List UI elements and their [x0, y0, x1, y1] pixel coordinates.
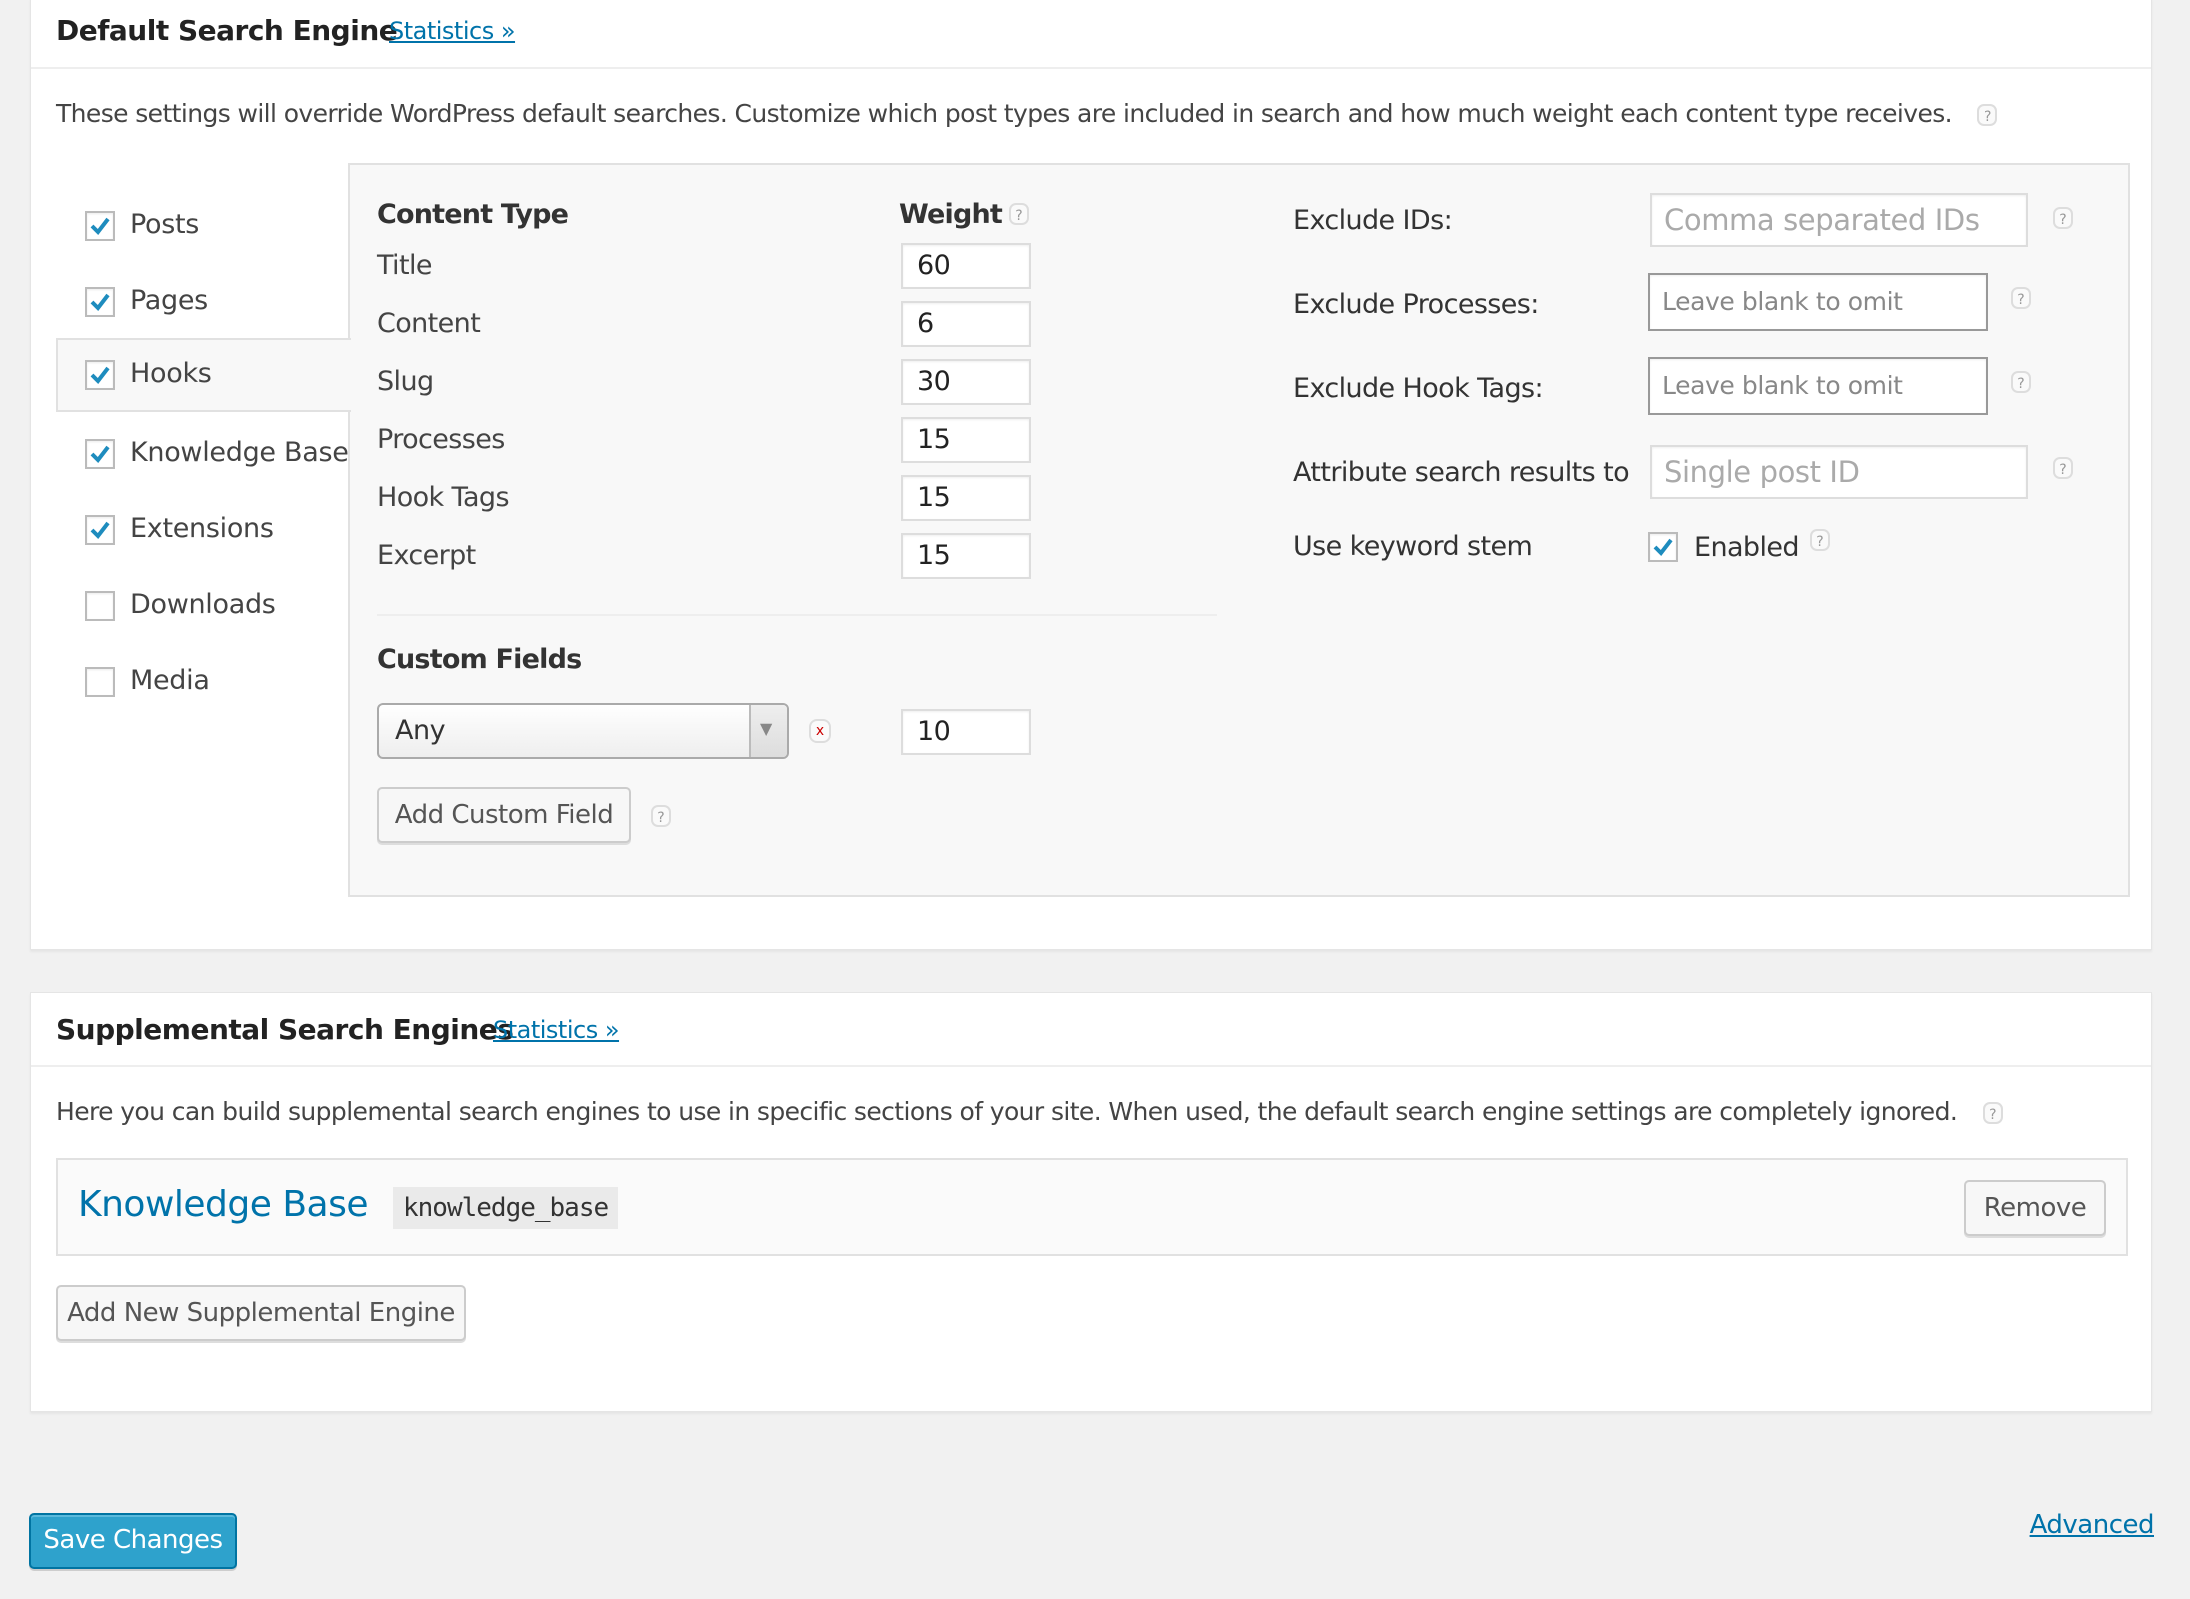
- post-type-label: Knowledge Base: [130, 437, 349, 468]
- post-type-tab-pages[interactable]: Pages: [56, 265, 349, 339]
- post-type-label: Downloads: [130, 589, 276, 620]
- attribute-results-help-icon[interactable]: ?: [2053, 457, 2073, 479]
- content-type-label: Excerpt: [377, 540, 476, 571]
- exclude-ids-label: Exclude IDs:: [1293, 205, 1453, 236]
- default-engine-description: These settings will override WordPress d…: [56, 99, 1998, 128]
- post-type-tab-media[interactable]: Media: [56, 645, 349, 719]
- advanced-link[interactable]: Advanced: [2030, 1510, 2155, 1540]
- content-type-header: Content Type: [377, 199, 569, 230]
- section-divider: [377, 614, 1217, 616]
- post-type-label: Hooks: [130, 358, 212, 389]
- custom-field-help-icon[interactable]: ?: [651, 805, 671, 827]
- pages-checkbox[interactable]: [85, 287, 115, 317]
- engine-name-link[interactable]: Knowledge Base: [78, 1184, 369, 1225]
- supplemental-statistics-link[interactable]: Statistics »: [493, 1016, 620, 1044]
- add-custom-field-button[interactable]: Add Custom Field: [377, 787, 631, 843]
- supplemental-engines-description: Here you can build supplemental search e…: [56, 1097, 2003, 1126]
- attribute-results-label: Attribute search results to: [1293, 457, 1630, 488]
- weight-help-icon[interactable]: ?: [1009, 203, 1029, 225]
- knowledge-base-checkbox[interactable]: [85, 439, 115, 469]
- remove-custom-field-icon[interactable]: x: [809, 719, 831, 743]
- custom-fields-header: Custom Fields: [377, 644, 582, 675]
- extensions-checkbox[interactable]: [85, 515, 115, 545]
- exclude-processes-help-icon[interactable]: ?: [2011, 287, 2031, 309]
- hooks-checkbox[interactable]: [85, 360, 115, 390]
- exclude-hook-tags-input[interactable]: Leave blank to omit: [1648, 357, 1988, 415]
- help-icon[interactable]: ?: [1982, 1102, 2003, 1124]
- checkmark-icon: [90, 293, 110, 312]
- supplemental-engines-card: Supplemental Search Engines Statistics »…: [30, 992, 2152, 1412]
- default-engine-description-text: These settings will override WordPress d…: [56, 99, 1953, 128]
- checkmark-icon: [1653, 538, 1673, 557]
- content-type-label: Hook Tags: [377, 482, 510, 513]
- custom-field-weight-input[interactable]: 10: [901, 709, 1031, 755]
- exclude-processes-label: Exclude Processes:: [1293, 289, 1539, 320]
- checkmark-icon: [90, 366, 110, 385]
- post-type-label: Media: [130, 665, 210, 696]
- exclude-ids-input[interactable]: Comma separated IDs: [1650, 193, 2028, 247]
- excerpt-weight-input[interactable]: 15: [901, 533, 1031, 579]
- post-type-tab-knowledge-base[interactable]: Knowledge Base: [56, 417, 349, 491]
- title-weight-input[interactable]: 60: [901, 243, 1031, 289]
- add-supplemental-engine-button[interactable]: Add New Supplemental Engine: [56, 1285, 466, 1341]
- custom-field-selected-value: Any: [395, 715, 446, 746]
- exclude-hook-tags-label: Exclude Hook Tags:: [1293, 373, 1544, 404]
- content-type-label: Title: [377, 250, 432, 281]
- content-type-label: Slug: [377, 366, 434, 397]
- content-weight-input[interactable]: 6: [901, 301, 1031, 347]
- hook-tags-weight-input[interactable]: 15: [901, 475, 1031, 521]
- attribute-results-input[interactable]: Single post ID: [1650, 445, 2028, 499]
- default-statistics-link[interactable]: Statistics »: [389, 17, 516, 45]
- keyword-stem-enabled-label: Enabled: [1694, 532, 1800, 563]
- posts-checkbox[interactable]: [85, 211, 115, 241]
- weight-header: Weight: [899, 199, 1003, 230]
- exclude-hook-tags-help-icon[interactable]: ?: [2011, 371, 2031, 393]
- default-engine-card: Default Search Engine Statistics » These…: [30, 0, 2152, 950]
- remove-engine-button[interactable]: Remove: [1964, 1180, 2106, 1236]
- post-type-tab-extensions[interactable]: Extensions: [56, 493, 349, 567]
- checkmark-icon: [90, 217, 110, 236]
- content-type-label: Content: [377, 308, 481, 339]
- default-engine-header: Default Search Engine Statistics »: [31, 0, 2151, 69]
- save-changes-button[interactable]: Save Changes: [29, 1513, 237, 1569]
- default-engine-title: Default Search Engine: [56, 14, 398, 47]
- supplemental-engines-header: Supplemental Search Engines Statistics »: [31, 993, 2151, 1067]
- media-checkbox[interactable]: [85, 667, 115, 697]
- slug-weight-input[interactable]: 30: [901, 359, 1031, 405]
- help-icon[interactable]: ?: [1977, 104, 1998, 126]
- custom-field-select[interactable]: Any ▼: [377, 703, 789, 759]
- post-type-tab-posts[interactable]: Posts: [56, 189, 349, 263]
- keyword-stem-label: Use keyword stem: [1293, 531, 1533, 562]
- chevron-down-icon: ▼: [760, 719, 773, 738]
- post-type-tab-downloads[interactable]: Downloads: [56, 569, 349, 643]
- exclude-ids-help-icon[interactable]: ?: [2053, 207, 2073, 229]
- post-type-label: Extensions: [130, 513, 274, 544]
- keyword-stem-help-icon[interactable]: ?: [1810, 529, 1830, 551]
- keyword-stem-checkbox[interactable]: [1648, 532, 1678, 562]
- exclude-processes-input[interactable]: Leave blank to omit: [1648, 273, 1988, 331]
- content-type-label: Processes: [377, 424, 505, 455]
- checkmark-icon: [90, 445, 110, 464]
- checkmark-icon: [90, 521, 110, 540]
- supplemental-description-text: Here you can build supplemental search e…: [56, 1097, 1958, 1126]
- engine-slug: knowledge_base: [393, 1187, 619, 1229]
- post-type-tab-hooks[interactable]: Hooks: [56, 338, 351, 412]
- post-type-settings-panel: Content Type Weight ? Title 60 Content 6…: [348, 163, 2130, 897]
- supplemental-engines-title: Supplemental Search Engines: [56, 1013, 514, 1046]
- post-type-label: Posts: [130, 209, 200, 240]
- downloads-checkbox[interactable]: [85, 591, 115, 621]
- dropdown-arrow[interactable]: ▼: [749, 705, 787, 757]
- supplemental-engine-item: Knowledge Base knowledge_base Remove: [56, 1158, 2128, 1256]
- processes-weight-input[interactable]: 15: [901, 417, 1031, 463]
- post-type-label: Pages: [130, 285, 208, 316]
